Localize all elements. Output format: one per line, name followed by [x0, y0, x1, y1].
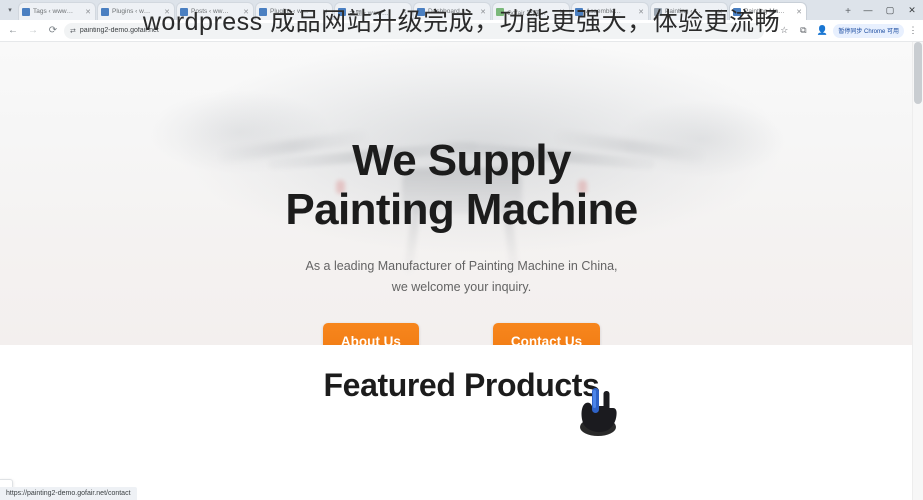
tab-title: Tags ‹ www… [33, 8, 74, 15]
browser-window: ▾ Tags ‹ www… ✕ Plugins ‹ w… ✕ Posts ‹ ww… ✕ P… [0, 0, 923, 500]
tab-close-icon[interactable]: ✕ [716, 8, 724, 16]
minimize-button[interactable]: — [857, 0, 879, 20]
tab-title: Dashboard… [428, 8, 467, 15]
tab-close-icon[interactable]: ✕ [795, 8, 803, 16]
tab-close-icon[interactable]: ✕ [163, 8, 171, 16]
tab-title: Painting ‹ … [665, 8, 701, 15]
browser-tab[interactable]: Posts ‹ ww… ✕ [176, 2, 254, 20]
contact-us-button[interactable]: Contact Us [492, 323, 601, 345]
tab-favicon-icon [575, 7, 583, 16]
hero-action-buttons: About Us Contact Us [322, 323, 601, 345]
sync-status-chip[interactable]: 暂停同步 Chrome 可用 [833, 23, 904, 38]
tab-close-icon[interactable]: ✕ [400, 8, 408, 16]
featured-products-section: Featured Products [0, 345, 923, 404]
tab-title: Plugins ‹ w… [112, 8, 151, 15]
browser-tab-strip: ▾ Tags ‹ www… ✕ Plugins ‹ w… ✕ Posts ‹ ww… ✕ P… [0, 0, 923, 20]
tab-title: Painting Ma… [744, 8, 785, 15]
new-tab-button[interactable]: + [839, 2, 857, 20]
tab-title: Plugins ‹ w… [270, 8, 309, 15]
browser-toolbar: ← → ⟳ ⇄ painting2-demo.gofair.net ☆ ⧉ 👤 … [0, 20, 923, 42]
browser-tab[interactable]: Painting Ma… ✕ [729, 2, 807, 20]
about-us-button[interactable]: About Us [322, 323, 419, 345]
tab-favicon-icon [180, 7, 188, 16]
tab-favicon-icon [338, 7, 346, 16]
hero-subtitle: As a leading Manufacturer of Painting Ma… [306, 256, 618, 298]
address-bar[interactable]: ⇄ painting2-demo.gofair.net [64, 22, 764, 39]
tab-favicon-icon [101, 7, 109, 16]
hero-section: Painting HomeAboutProduct▾BlogsContact E… [0, 42, 923, 345]
page-scrollbar-thumb[interactable] [914, 42, 922, 104]
tab-title: 主题 ‹ www… [349, 9, 389, 17]
tab-close-icon[interactable]: ✕ [558, 8, 566, 16]
tab-title: Gofair 官网… [507, 9, 547, 17]
tab-search-icon[interactable]: ▾ [2, 2, 18, 18]
window-controls: — ▢ ✕ [857, 0, 923, 20]
status-bar-link-preview: https://painting2-demo.gofair.net/contac… [0, 487, 137, 500]
browser-tab[interactable]: 主题 ‹ www… ✕ [334, 2, 412, 20]
browser-tab[interactable]: Dashboard… ✕ [413, 2, 491, 20]
star-icon[interactable]: ☆ [776, 23, 792, 39]
tab-close-icon[interactable]: ✕ [242, 8, 250, 16]
browser-tab[interactable]: Tags ‹ www… ✕ [18, 2, 96, 20]
hero-title: We Supply Painting Machine [285, 136, 638, 234]
browser-tab[interactable]: Painting ‹ … ✕ [650, 2, 728, 20]
tab-favicon-icon [22, 7, 30, 16]
hero-subtitle-line1: As a leading Manufacturer of Painting Ma… [305, 259, 618, 273]
toolbar-right-actions: ☆ ⧉ 👤 暂停同步 Chrome 可用 ⋮ [776, 23, 919, 39]
close-window-button[interactable]: ✕ [901, 0, 923, 20]
browser-tab[interactable]: Plugins ‹ w… ✕ [97, 2, 175, 20]
reload-button[interactable]: ⟳ [44, 22, 62, 40]
browser-tab[interactable]: Plugins ‹ w… ✕ [255, 2, 333, 20]
hero-title-line2: Painting Machine [285, 185, 638, 234]
tab-title: Posts ‹ ww… [191, 8, 229, 15]
lock-icon: ⇄ [70, 27, 76, 35]
tab-title: Assemble… [586, 8, 622, 15]
tab-close-icon[interactable]: ✕ [637, 8, 645, 16]
kebab-menu-icon[interactable]: ⋮ [907, 25, 919, 36]
hero-title-line1: We Supply [352, 136, 571, 185]
page-viewport: Painting HomeAboutProduct▾BlogsContact E… [0, 42, 923, 500]
tab-favicon-icon [417, 7, 425, 16]
forward-button[interactable]: → [24, 22, 42, 40]
maximize-button[interactable]: ▢ [879, 0, 901, 20]
page-scrollbar[interactable] [912, 42, 923, 500]
account-icon[interactable]: 👤 [814, 23, 830, 39]
share-icon[interactable]: ⧉ [795, 23, 811, 39]
browser-tab[interactable]: Assemble… ✕ [571, 2, 649, 20]
featured-products-title: Featured Products [323, 367, 600, 403]
tab-favicon-icon [654, 7, 662, 16]
address-bar-url: painting2-demo.gofair.net [79, 27, 159, 34]
back-button[interactable]: ← [4, 22, 22, 40]
tab-favicon-icon [733, 7, 741, 16]
tab-close-icon[interactable]: ✕ [321, 8, 329, 16]
tab-close-icon[interactable]: ✕ [84, 8, 92, 16]
hero-subtitle-line2: we welcome your inquiry. [391, 280, 532, 294]
tab-close-icon[interactable]: ✕ [479, 8, 487, 16]
browser-tab[interactable]: Gofair 官网… ✕ [492, 2, 570, 20]
tab-favicon-icon [496, 7, 504, 16]
tab-favicon-icon [259, 7, 267, 16]
hero-content: We Supply Painting Machine As a leading … [0, 42, 923, 345]
